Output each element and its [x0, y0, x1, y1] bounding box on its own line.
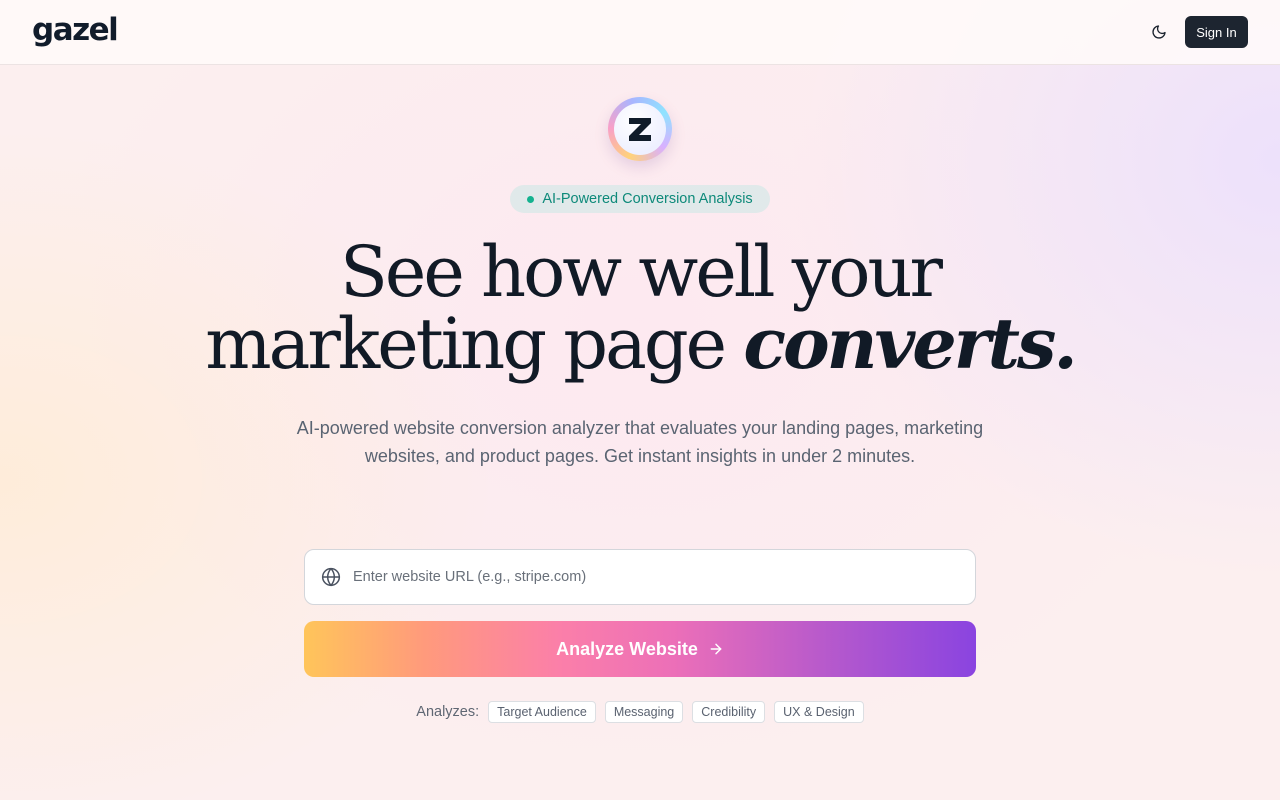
gazel-logo[interactable]: gazel: [32, 12, 119, 48]
headline-line-1: See how well your: [339, 231, 943, 313]
globe-icon: [321, 567, 341, 587]
feature-badge: AI-Powered Conversion Analysis: [510, 185, 770, 213]
analyzes-chip-ux-design: UX & Design: [774, 701, 864, 723]
status-dot: [527, 195, 535, 203]
analyze-website-button[interactable]: Analyze Website: [304, 621, 976, 677]
analyzes-label: Analyzes:: [416, 704, 480, 720]
arrow-right-icon: [710, 643, 722, 655]
headline-line-2: marketing page converts.: [0, 308, 1280, 381]
url-input-field[interactable]: [304, 549, 976, 605]
analyzes-chip-target-audience: Target Audience: [488, 701, 596, 723]
top-nav-bar: gazel Sign In: [0, 0, 1280, 65]
url-input[interactable]: [353, 569, 913, 585]
analyzes-chip-credibility: Credibility: [692, 701, 766, 723]
badge-label: AI-Powered Conversion Analysis: [542, 191, 753, 207]
analyze-button-label: Analyze Website: [556, 638, 698, 659]
analyzes-chip-messaging: Messaging: [604, 701, 684, 723]
moon-icon: [1152, 25, 1166, 39]
hero-headline: See how well your marketing page convert…: [0, 236, 1280, 380]
theme-toggle-button[interactable]: [1146, 19, 1172, 45]
headline-plain: marketing page: [205, 303, 727, 385]
headline-emphasis: converts.: [743, 302, 1077, 385]
hero-subtitle: AI-powered website conversion analyzer t…: [296, 418, 984, 466]
analyzes-list: Analyzes: Target Audience Messaging Cred…: [0, 701, 1280, 723]
z-letter-icon: [629, 118, 651, 141]
sign-in-button[interactable]: Sign In: [1185, 16, 1248, 48]
mascot-logo-icon: [608, 97, 672, 161]
